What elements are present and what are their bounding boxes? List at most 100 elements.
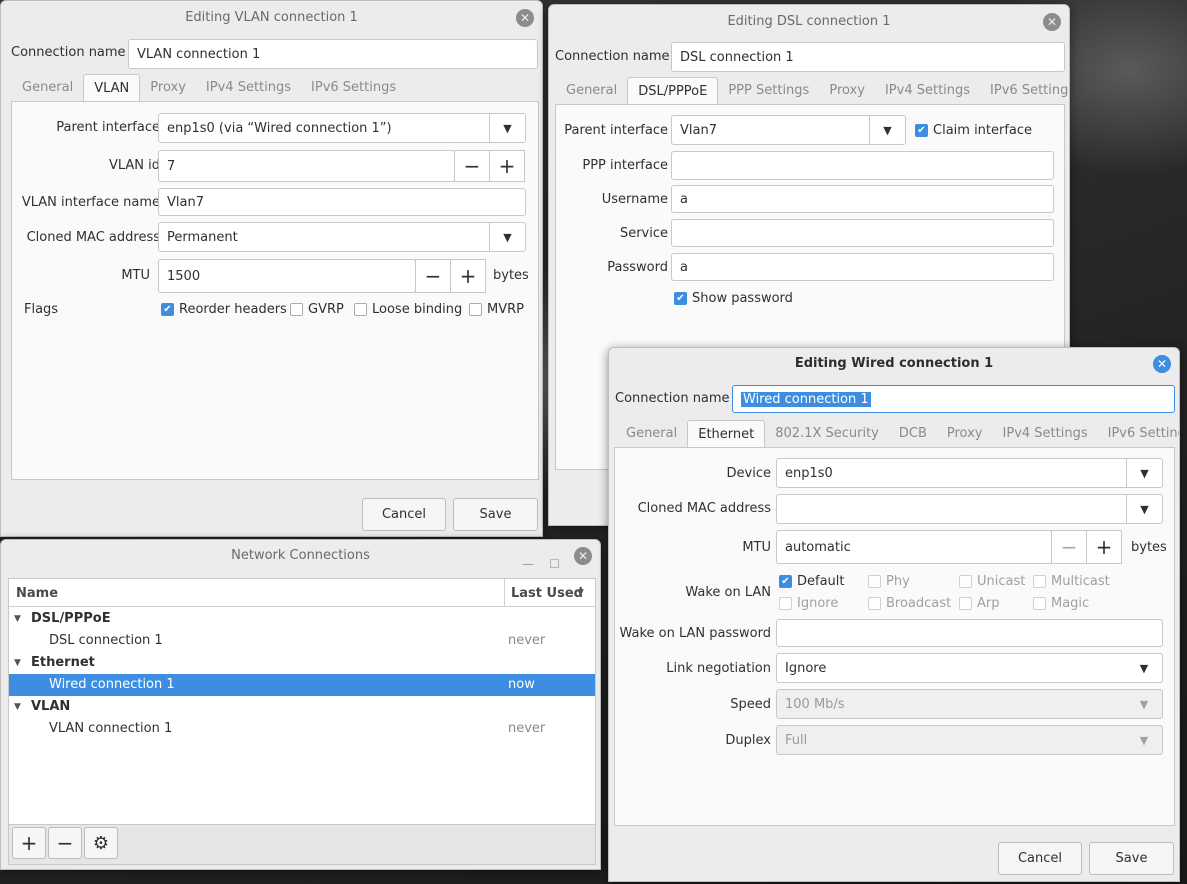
tab-ethernet[interactable]: Ethernet [687,420,766,448]
add-connection-button[interactable]: + [12,827,46,859]
tab-proxy[interactable]: Proxy [937,420,993,448]
maximize-icon[interactable]: ☐ [549,548,560,580]
mtu-input[interactable]: automatic [776,530,1052,564]
tab-ipv4-settings[interactable]: IPv4 Settings [993,420,1098,448]
duplex-combo[interactable]: Full ▼ [776,725,1163,755]
tab-ppp-settings[interactable]: PPP Settings [718,77,819,105]
username-input[interactable]: a [671,185,1054,213]
mtu-increment-button[interactable]: + [1086,530,1122,564]
service-input[interactable] [671,219,1054,247]
claim-interface-checkbox[interactable]: ✔ Claim interface [915,123,1032,138]
mtu-input[interactable]: 1500 [158,259,416,293]
parent-interface-combo[interactable]: Vlan7 ▼ [671,115,906,145]
tab-ipv6-settings[interactable]: IPv6 Settings [1098,420,1179,448]
checkbox-box [1033,597,1046,610]
list-item[interactable]: DSL connection 1 never [9,630,595,652]
wol-default-checkbox[interactable]: ✔ Default [779,574,845,589]
checkbox-label: Ignore [797,596,839,611]
window-titlebar[interactable]: Editing DSL connection 1 ✕ [549,5,1069,39]
loose-binding-checkbox[interactable]: Loose binding [354,302,462,317]
connection-name-input[interactable]: VLAN connection 1 [128,39,538,69]
vlan-id-input[interactable]: 7 [158,150,455,182]
connection-name-input[interactable]: Wired connection 1 [732,385,1175,413]
tab-general[interactable]: General [556,77,627,105]
cloned-mac-label: Cloned MAC address [637,501,771,516]
cancel-button[interactable]: Cancel [362,498,446,531]
device-combo[interactable]: enp1s0 ▼ [776,458,1163,488]
password-input[interactable]: a [671,253,1054,281]
minus-icon: − [56,831,74,855]
parent-interface-combo[interactable]: enp1s0 (via “Wired connection 1”) ▼ [158,113,526,143]
window-titlebar[interactable]: Network Connections — ☐ ✕ [1,540,600,572]
mtu-decrement-button[interactable]: − [415,259,451,293]
tab-proxy[interactable]: Proxy [140,74,196,102]
wol-unicast-checkbox[interactable]: Unicast [959,574,1025,589]
tab-dsl-pppoe[interactable]: DSL/PPPoE [627,77,719,105]
tab-ipv6-settings[interactable]: IPv6 Settings [301,74,406,102]
close-icon[interactable]: ✕ [516,9,534,27]
save-button[interactable]: Save [1089,842,1174,875]
gvrp-checkbox[interactable]: GVRP [290,302,344,317]
ppp-interface-input[interactable] [671,151,1054,180]
checkbox-label: Unicast [977,574,1026,589]
group-row[interactable]: ▼ VLAN [9,696,595,718]
list-item[interactable]: Wired connection 1 now [9,674,595,696]
wol-arp-checkbox[interactable]: Arp [959,596,1000,611]
tab-general[interactable]: General [616,420,687,448]
show-password-checkbox[interactable]: ✔ Show password [674,291,793,306]
connection-name-input[interactable]: DSL connection 1 [671,42,1065,72]
link-negotiation-combo[interactable]: Ignore ▼ [776,653,1163,683]
remove-connection-button[interactable]: − [48,827,82,859]
wol-phy-checkbox[interactable]: Phy [868,574,910,589]
cloned-mac-combo[interactable]: Permanent ▼ [158,222,526,252]
tab-proxy[interactable]: Proxy [819,77,875,105]
vlan-interface-name-input[interactable]: Vlan7 [158,188,526,216]
wol-magic-checkbox[interactable]: Magic [1033,596,1089,611]
parent-interface-label: Parent interface [564,123,668,138]
column-header-name[interactable]: Name [16,586,58,601]
checkbox-label: MVRP [487,302,524,317]
minimize-icon[interactable]: — [522,548,534,580]
tab-ipv6-settings[interactable]: IPv6 Settings [980,77,1069,105]
wol-broadcast-checkbox[interactable]: Broadcast [868,596,951,611]
wol-multicast-checkbox[interactable]: Multicast [1033,574,1110,589]
window-titlebar[interactable]: Editing VLAN connection 1 ✕ [1,1,542,35]
tab-dcb[interactable]: DCB [889,420,937,448]
wol-ignore-checkbox[interactable]: Ignore [779,596,838,611]
chevron-down-icon: ▼ [1139,697,1149,711]
window-titlebar[interactable]: Editing Wired connection 1 ✕ [609,348,1179,380]
speed-combo[interactable]: 100 Mb/s ▼ [776,689,1163,719]
vlan-id-decrement-button[interactable]: − [454,150,490,182]
cloned-mac-label: Cloned MAC address [26,230,160,245]
mtu-decrement-button[interactable]: − [1051,530,1087,564]
parent-interface-value: enp1s0 (via “Wired connection 1”) [167,120,392,136]
mtu-unit-label: bytes [1131,540,1167,555]
mtu-increment-button[interactable]: + [450,259,486,293]
wol-password-input[interactable] [776,619,1163,647]
tab-ipv4-settings[interactable]: IPv4 Settings [196,74,301,102]
expander-icon[interactable]: ▼ [14,652,21,674]
vlan-id-increment-button[interactable]: + [489,150,525,182]
mtu-unit-label: bytes [493,268,529,283]
cancel-button[interactable]: Cancel [998,842,1082,875]
expander-icon[interactable]: ▼ [14,608,21,630]
close-icon[interactable]: ✕ [1043,13,1061,31]
group-row[interactable]: ▼ Ethernet [9,652,595,674]
tab-8021x-security[interactable]: 802.1X Security [765,420,889,448]
duplex-label: Duplex [725,733,771,748]
tab-vlan[interactable]: VLAN [83,74,141,102]
mvrp-checkbox[interactable]: MVRP [469,302,524,317]
expander-icon[interactable]: ▼ [14,696,21,718]
edit-connection-button[interactable]: ⚙ [84,827,118,859]
tab-ipv4-settings[interactable]: IPv4 Settings [875,77,980,105]
save-button[interactable]: Save [453,498,538,531]
column-header-last-used[interactable]: Last Used [511,586,583,601]
cloned-mac-combo[interactable]: ▼ [776,494,1163,524]
group-label: DSL/PPPoE [31,611,111,626]
close-icon[interactable]: ✕ [1153,355,1171,373]
list-item[interactable]: VLAN connection 1 never [9,718,595,740]
reorder-headers-checkbox[interactable]: ✔ Reorder headers [161,302,287,317]
close-icon[interactable]: ✕ [574,547,592,565]
group-row[interactable]: ▼ DSL/PPPoE [9,608,595,630]
tab-general[interactable]: General [12,74,83,102]
